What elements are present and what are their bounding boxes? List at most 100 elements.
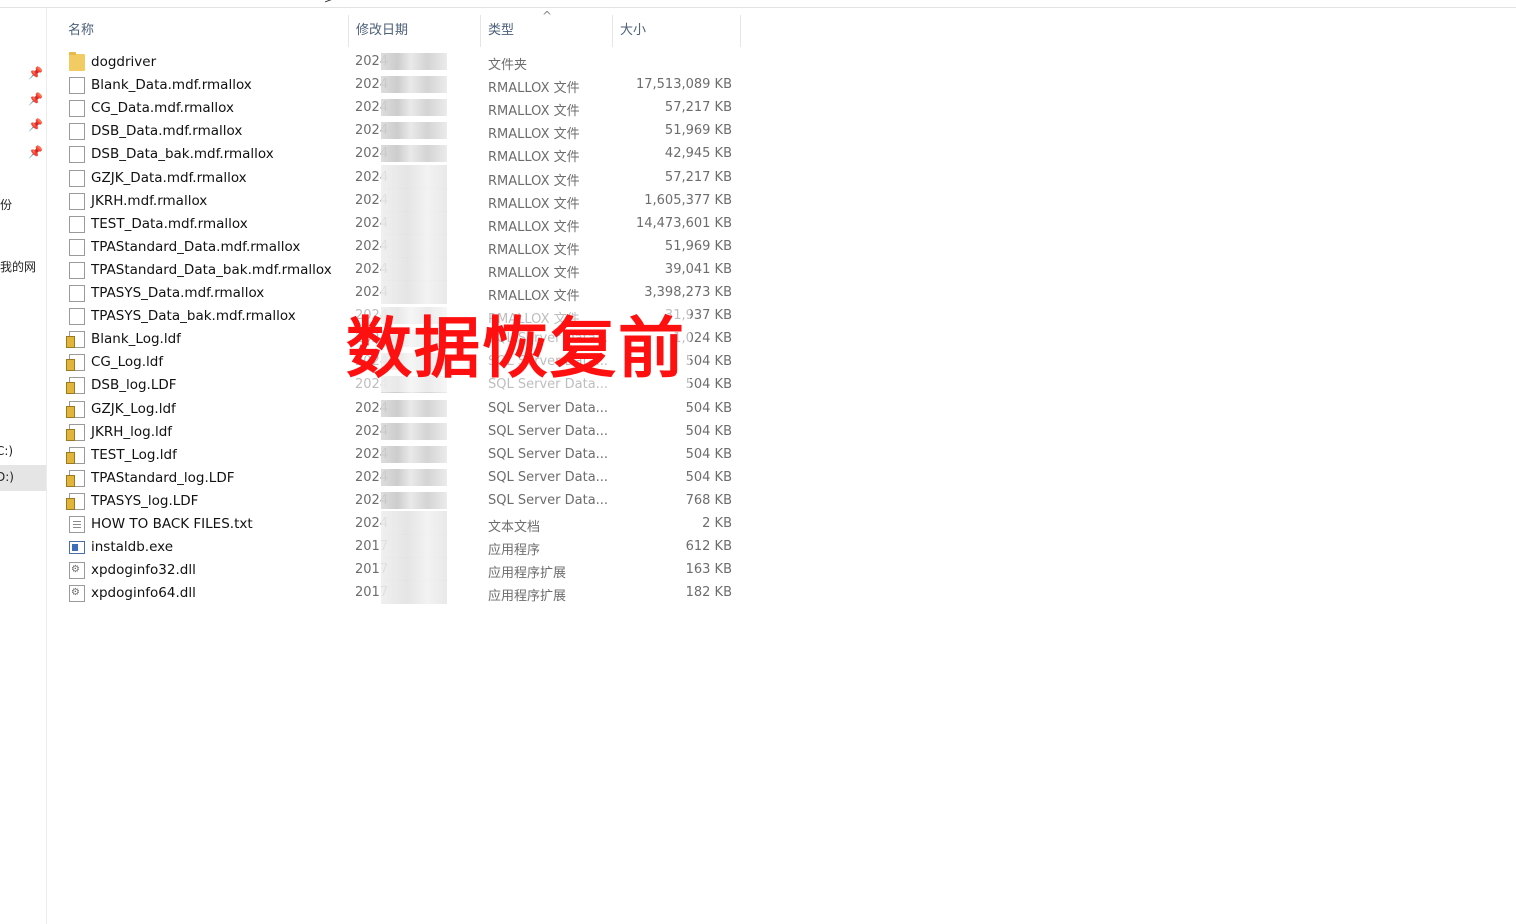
file-icon	[69, 261, 85, 279]
file-name[interactable]: CG_Data.mdf.rmallox	[91, 100, 234, 116]
file-icon	[69, 100, 85, 118]
file-size: 57,217 KB	[664, 169, 732, 185]
date-redaction	[381, 122, 447, 140]
column-type[interactable]: 类型	[488, 15, 514, 47]
column-modified[interactable]: 修改日期	[356, 15, 408, 47]
file-name[interactable]: HOW TO BACK FILES.txt	[91, 516, 253, 532]
file-type: 应用程序扩展	[488, 566, 567, 582]
file-row[interactable]: TPASYS_log.LDF 2024 SQL Server Data... 768 …	[48, 490, 748, 513]
nav-item-drive-d[interactable]: D:)	[0, 470, 14, 484]
file-name[interactable]: TPAStandard_Data.mdf.rmallox	[91, 239, 300, 255]
file-row[interactable]: HOW TO BACK FILES.txt 2024 文本文档 2 KB	[48, 511, 748, 536]
date-redaction	[381, 580, 447, 605]
navigation-pane[interactable]: 📌 📌 📌 📌 份 我的网 C:) D:)	[0, 8, 47, 924]
dll-icon	[69, 562, 85, 580]
nav-item-backup[interactable]: 份	[0, 196, 12, 213]
column-divider[interactable]	[348, 15, 349, 47]
file-name[interactable]: DSB_Data_bak.mdf.rmallox	[91, 146, 274, 162]
file-row[interactable]: GZJK_Data.mdf.rmallox 2024 RMALLOX 文件 57,21…	[48, 164, 748, 190]
file-name[interactable]: instaldb.exe	[91, 539, 173, 555]
file-name[interactable]: xpdoginfo64.dll	[91, 585, 196, 601]
file-type: RMALLOX 文件	[488, 127, 580, 143]
database-log-icon	[66, 377, 85, 395]
file-row[interactable]: TPAStandard_log.LDF 2024 SQL Server Data..…	[48, 467, 748, 490]
file-name[interactable]: Blank_Data.mdf.rmallox	[91, 77, 252, 93]
file-row[interactable]: TPAStandard_Data_bak.mdf.rmallox 2024 RMAL…	[48, 256, 748, 282]
file-name[interactable]: TPAStandard_log.LDF	[91, 470, 234, 486]
date-redaction	[381, 491, 447, 509]
file-row[interactable]: TEST_Log.ldf 2024 SQL Server Data... 504 KB	[48, 444, 748, 467]
date-redaction	[381, 256, 447, 281]
column-divider[interactable]	[480, 15, 481, 47]
file-row[interactable]: TPASYS_Data.mdf.rmallox 2024 RMALLOX 文件 3,3…	[48, 280, 748, 305]
file-name[interactable]: CG_Log.ldf	[91, 354, 163, 370]
file-row[interactable]: instaldb.exe 2017 应用程序 612 KB	[48, 534, 748, 559]
file-name[interactable]: TPAStandard_Data_bak.mdf.rmallox	[91, 262, 332, 278]
database-log-icon	[66, 400, 85, 418]
file-type: 文本文档	[488, 520, 541, 535]
file-type: RMALLOX 文件	[488, 173, 580, 189]
date-redaction	[381, 53, 447, 70]
file-row[interactable]: dogdriver 2024 文件夹	[48, 51, 748, 74]
pin-icon[interactable]: 📌	[28, 118, 43, 132]
watermark-text: 数据恢复前	[346, 310, 686, 387]
file-name[interactable]: dogdriver	[91, 54, 156, 70]
file-name[interactable]: xpdoginfo32.dll	[91, 562, 196, 578]
column-divider[interactable]	[612, 15, 613, 47]
file-size: 504 KB	[685, 469, 732, 485]
file-size: 182 KB	[685, 585, 732, 601]
nav-item-network[interactable]: 我的网	[0, 258, 36, 275]
file-row[interactable]: TPAStandard_Data.mdf.rmallox 2024 RMALLOX …	[48, 233, 748, 259]
pin-icon[interactable]: 📌	[28, 66, 43, 80]
file-name[interactable]: GZJK_Log.ldf	[91, 401, 176, 417]
date-redaction	[381, 99, 447, 117]
file-name[interactable]: Blank_Log.ldf	[91, 331, 181, 347]
file-row[interactable]: CG_Data.mdf.rmallox 2024 RMALLOX 文件 57,217 …	[48, 97, 748, 120]
file-name[interactable]: JKRH_log.ldf	[91, 424, 172, 440]
file-row[interactable]: DSB_Data.mdf.rmallox 2024 RMALLOX 文件 51,969…	[48, 120, 748, 143]
file-size: 504 KB	[685, 446, 732, 462]
file-name[interactable]: TPASYS_log.LDF	[91, 493, 198, 509]
file-type: RMALLOX 文件	[488, 242, 580, 258]
column-name[interactable]: 名称	[68, 15, 94, 47]
nav-item-drive-c[interactable]: C:)	[0, 444, 13, 458]
file-size: 768 KB	[685, 492, 732, 508]
file-row[interactable]: TEST_Data.mdf.rmallox 2024 RMALLOX 文件 14,47…	[48, 210, 748, 236]
file-size: 3,398,273 KB	[644, 285, 732, 300]
file-type: 应用程序	[488, 543, 541, 559]
file-name[interactable]: GZJK_Data.mdf.rmallox	[91, 170, 247, 186]
file-size: 14,473,601 KB	[635, 215, 732, 231]
database-log-icon	[66, 423, 85, 441]
date-redaction	[381, 445, 447, 463]
file-name[interactable]: TEST_Log.ldf	[91, 447, 177, 463]
pin-icon[interactable]: 📌	[28, 92, 43, 106]
file-name[interactable]: DSB_Data.mdf.rmallox	[91, 123, 242, 139]
column-header: 名称 修改日期 ^ 类型 大小	[48, 9, 748, 47]
file-type: RMALLOX 文件	[488, 196, 580, 212]
file-row[interactable]: xpdoginfo32.dll2017应用程序扩展163 KB	[48, 557, 748, 582]
file-name[interactable]: JKRH.mdf.rmallox	[91, 193, 207, 209]
column-size[interactable]: 大小	[620, 15, 646, 47]
file-type: SQL Server Data...	[488, 469, 609, 485]
column-divider[interactable]	[740, 15, 741, 47]
file-type: 文件夹	[488, 58, 528, 73]
file-row[interactable]: GZJK_Log.ldf 2024 SQL Server Data... 504 KB	[48, 398, 748, 421]
file-row[interactable]: xpdoginfo64.dll2017应用程序扩展182 KB	[48, 580, 748, 605]
text-file-icon	[69, 516, 85, 533]
file-row[interactable]: DSB_Data_bak.mdf.rmallox 2024 RMALLOX 文件 42…	[48, 143, 748, 166]
date-redaction	[381, 210, 447, 235]
file-size: 504 KB	[685, 400, 732, 416]
database-log-icon	[66, 492, 85, 510]
file-name[interactable]: TPASYS_Data_bak.mdf.rmallox	[91, 308, 296, 324]
title-fragment: ·>	[320, 0, 334, 6]
file-row[interactable]: JKRH.mdf.rmallox 2024 RMALLOX 文件 1,605,377 …	[48, 187, 748, 213]
exe-icon	[69, 541, 85, 555]
file-icon	[69, 238, 85, 256]
file-name[interactable]: TEST_Data.mdf.rmallox	[91, 216, 248, 232]
file-row[interactable]: JKRH_log.ldf 2024 SQL Server Data... 504 KB	[48, 421, 748, 444]
file-name[interactable]: DSB_log.LDF	[91, 377, 177, 393]
pin-icon[interactable]: 📌	[28, 145, 43, 159]
file-name[interactable]: TPASYS_Data.mdf.rmallox	[91, 285, 264, 301]
file-row[interactable]: Blank_Data.mdf.rmallox 2024 RMALLOX 文件 17,5…	[48, 74, 748, 97]
file-size: 504 KB	[685, 423, 732, 439]
